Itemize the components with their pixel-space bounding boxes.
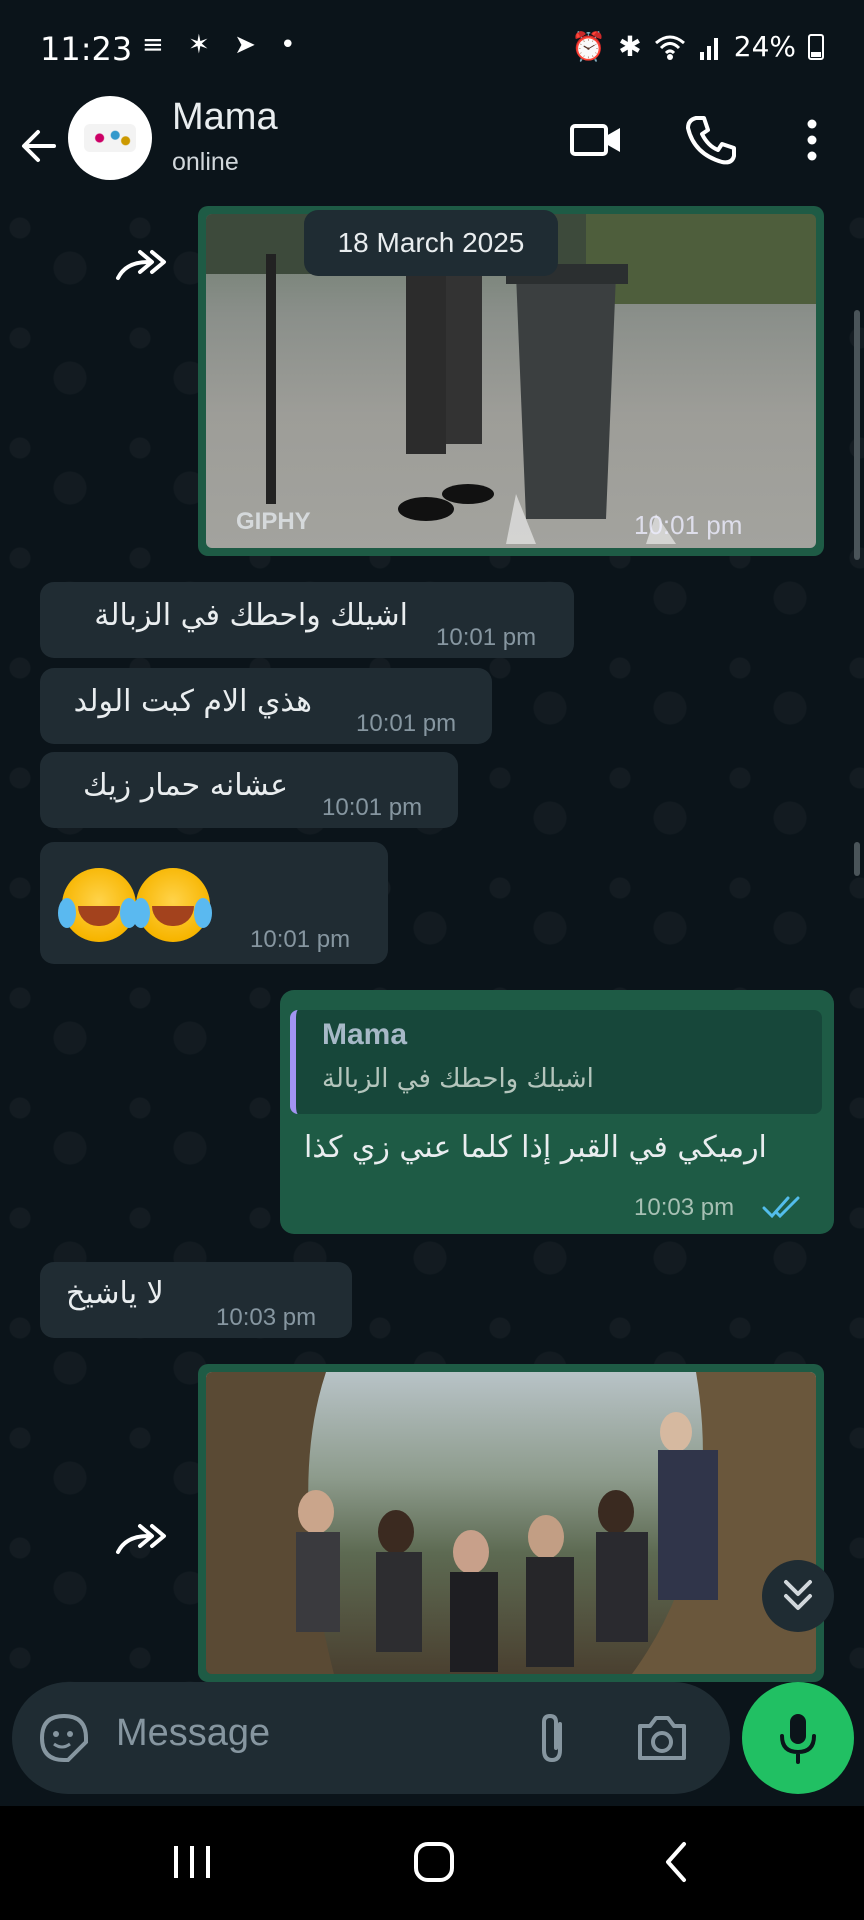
alarm-icon: ⏰: [571, 30, 607, 63]
avatar-logo-icon: [84, 124, 136, 152]
bluetooth-icon: ✱: [618, 30, 642, 63]
recent-apps-icon[interactable]: [170, 1842, 214, 1882]
status-bar: 11:23 ≡ ✶ ➤ • ⏰ ✱ 24%: [0, 0, 864, 98]
message-bubble-incoming[interactable]: لا ياشيخ 10:03 pm: [40, 1262, 352, 1338]
message-time: 10:03 pm: [634, 1194, 735, 1221]
status-time: 11:23: [40, 30, 133, 68]
gif-message[interactable]: [198, 1364, 824, 1682]
message-text: اشيلك واحطك في الزبالة: [94, 598, 408, 633]
camera-icon[interactable]: [634, 1712, 690, 1764]
message-text: هذي الام كبت الولد: [73, 684, 312, 719]
back-arrow-icon[interactable]: [14, 118, 70, 174]
contact-name[interactable]: Mama: [172, 96, 278, 139]
attach-icon[interactable]: [532, 1710, 572, 1766]
quote-sender: Mama: [322, 1018, 408, 1051]
home-icon[interactable]: [410, 1838, 458, 1886]
rolling-laughing-emoji-icon: [132, 868, 210, 942]
mic-icon: [780, 1714, 816, 1764]
message-text: لا ياشيخ: [66, 1276, 164, 1311]
date-divider: 18 March 2025: [304, 210, 558, 276]
message-text: ارميكي في القبر إذا كلما عني زي كذا: [304, 1130, 767, 1165]
contact-status: online: [172, 148, 239, 176]
battery-icon: [808, 33, 824, 60]
rolling-laughing-emoji-icon: [58, 868, 136, 942]
message-time: 10:01 pm: [250, 926, 351, 953]
signal-icon: [699, 37, 718, 60]
scroll-indicator: [854, 842, 860, 876]
message-bubble-incoming[interactable]: 10:01 pm: [40, 842, 388, 964]
wifi-icon: [654, 35, 685, 60]
back-nav-icon[interactable]: [658, 1840, 694, 1884]
mic-button[interactable]: [742, 1682, 854, 1794]
phone-icon[interactable]: [680, 110, 740, 170]
scroll-down-button[interactable]: [762, 1560, 834, 1632]
message-time: 10:01 pm: [356, 710, 457, 737]
message-text: عشانه حمار زيك: [83, 768, 288, 803]
more-vertical-icon[interactable]: [782, 110, 842, 170]
message-time: 10:03 pm: [216, 1304, 317, 1331]
gif-timestamp: 10:01 pm: [634, 510, 743, 540]
battery-percent: 24%: [733, 30, 796, 63]
system-nav-bar: [0, 1806, 864, 1920]
message-time: 10:01 pm: [436, 624, 537, 651]
status-notification-icons: ≡ ✶ ➤ •: [142, 30, 304, 60]
reply-quote[interactable]: Mama اشيلك واحطك في الزبالة: [290, 1010, 822, 1114]
giphy-label: GIPHY: [236, 508, 311, 535]
gif-image[interactable]: [206, 1372, 816, 1674]
forward-icon[interactable]: [112, 246, 172, 286]
message-bubble-incoming[interactable]: عشانه حمار زيك 10:01 pm: [40, 752, 458, 828]
message-composer[interactable]: Message: [12, 1682, 730, 1794]
video-call-icon[interactable]: [566, 110, 626, 170]
scrollbar[interactable]: [854, 310, 860, 560]
forward-icon[interactable]: [112, 1520, 172, 1560]
scroll-down-icon: [784, 1580, 812, 1610]
message-bubble-incoming[interactable]: اشيلك واحطك في الزبالة 10:01 pm: [40, 582, 574, 658]
gif-scene: [206, 1372, 816, 1674]
quote-text: اشيلك واحطك في الزبالة: [322, 1064, 594, 1094]
message-bubble-incoming[interactable]: هذي الام كبت الولد 10:01 pm: [40, 668, 492, 744]
avatar[interactable]: [68, 96, 152, 180]
message-input[interactable]: Message: [116, 1712, 270, 1755]
message-time: 10:01 pm: [322, 794, 423, 821]
sticker-icon[interactable]: [38, 1712, 90, 1764]
read-ticks-icon: [762, 1196, 800, 1219]
status-right-icons: ⏰ ✱ 24%: [571, 30, 824, 63]
